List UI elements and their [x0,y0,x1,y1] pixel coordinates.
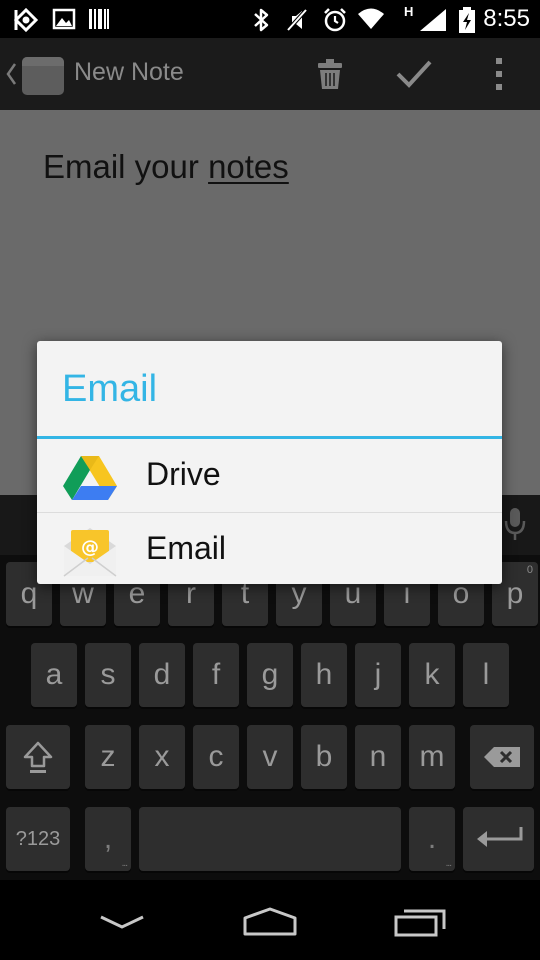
microphone-icon[interactable] [504,507,526,541]
up-chevron-icon[interactable] [5,62,17,86]
cell-signal-icon [420,9,446,31]
enter-icon [476,827,522,847]
dialog-title: Email [62,368,158,410]
overflow-menu-button[interactable] [477,52,521,96]
key-l[interactable]: l [463,643,509,707]
key-s[interactable]: s [85,643,131,707]
recents-icon [394,909,446,937]
page-title: New Note [74,58,184,86]
note-text: Email your notes [43,148,289,186]
note-text-underlined: notes [208,148,289,185]
key-p-hint: 0 [526,564,533,576]
backspace-key[interactable] [470,725,534,789]
email-app-icon: @ [63,528,117,577]
svg-text:@: @ [81,537,99,558]
share-option-label: Drive [146,456,221,492]
key-z[interactable]: z [85,725,131,789]
share-option-label: Email [146,530,227,566]
navigation-bar [0,880,540,960]
share-dialog: Email Drive @ Email [37,341,502,584]
key-m[interactable]: m [409,725,455,789]
status-bar: H 8:55 [0,0,540,38]
shift-icon [23,741,53,773]
image-icon [52,8,76,30]
key-x[interactable]: x [139,725,185,789]
key-j[interactable]: j [355,643,401,707]
back-down-icon [100,915,144,929]
drive-icon [63,456,117,500]
key-v[interactable]: v [247,725,293,789]
mute-icon [286,8,308,32]
network-type-label: H [404,4,414,19]
key-n[interactable]: n [355,725,401,789]
key-h[interactable]: h [301,643,347,707]
note-text-prefix: Email your [43,148,209,185]
signal-hub-icon [13,7,39,33]
back-button[interactable] [82,902,162,942]
alarm-icon [324,8,346,32]
key-f[interactable]: f [193,643,239,707]
barcode-icon [89,9,109,29]
period-key[interactable]: .... [409,807,455,871]
home-icon [243,907,297,936]
space-key[interactable] [139,807,401,871]
clock: 8:55 [483,5,530,32]
key-k[interactable]: k [409,643,455,707]
check-icon [396,60,432,88]
key-g[interactable]: g [247,643,293,707]
app-icon[interactable] [22,57,64,95]
battery-charging-icon [459,7,475,33]
recents-button[interactable] [381,902,461,942]
backspace-icon [484,747,520,767]
key-d[interactable]: d [139,643,185,707]
key-a[interactable]: a [31,643,77,707]
shift-key[interactable] [6,725,70,789]
comma-key[interactable]: ,... [85,807,131,871]
key-b[interactable]: b [301,725,347,789]
symbols-key[interactable]: ?123 [6,807,70,871]
delete-button[interactable] [308,52,352,96]
done-button[interactable] [392,52,436,96]
wifi-icon [358,8,384,29]
share-option-email[interactable]: @ Email [37,513,502,584]
trash-icon [318,59,342,89]
enter-key[interactable] [463,807,534,871]
action-bar: New Note [0,38,540,110]
share-option-drive[interactable]: Drive [37,439,502,511]
overflow-menu-icon [496,58,502,90]
bluetooth-icon [254,8,269,32]
key-c[interactable]: c [193,725,239,789]
home-button[interactable] [230,902,310,942]
